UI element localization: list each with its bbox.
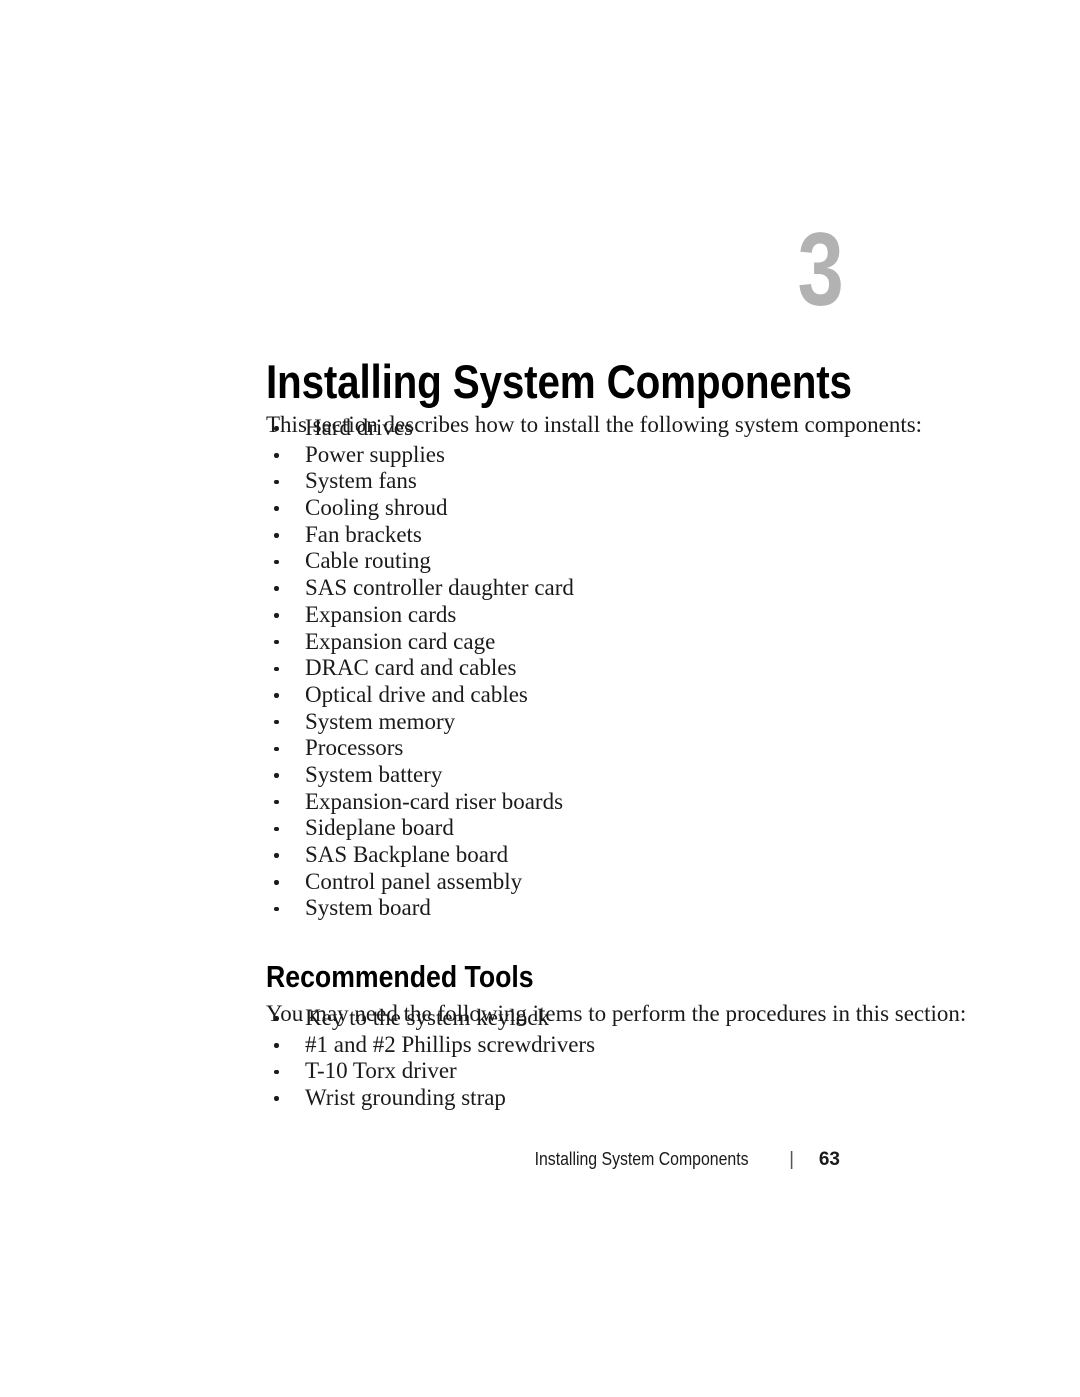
list-item-label: Power supplies bbox=[305, 441, 445, 467]
list-item: T-10 Torx driver bbox=[266, 1058, 595, 1085]
bullet-icon bbox=[274, 479, 279, 485]
list-item-label: Wrist grounding strap bbox=[305, 1085, 506, 1111]
list-item-label: SAS Backplane board bbox=[305, 842, 509, 867]
bullet-icon bbox=[274, 746, 279, 752]
bullet-icon bbox=[274, 880, 279, 885]
list-item: Expansion-card riser boards bbox=[266, 789, 574, 816]
bullet-icon bbox=[274, 693, 279, 698]
bullet-icon bbox=[274, 453, 279, 458]
list-item: DRAC card and cables bbox=[266, 655, 574, 682]
list-item-label: #1 and #2 Phillips screwdrivers bbox=[305, 1031, 596, 1057]
list-item-label: System fans bbox=[305, 468, 417, 494]
list-item: Processors bbox=[266, 735, 574, 762]
chapter-title: Installing System Components bbox=[266, 355, 852, 409]
recommended-tools-list: Key to the system keylock #1 and #2 Phill… bbox=[266, 1005, 595, 1112]
list-item: Optical drive and cables bbox=[266, 682, 574, 709]
bullet-icon bbox=[274, 906, 279, 912]
bullet-icon bbox=[274, 639, 279, 645]
list-item: Hard drives bbox=[266, 415, 574, 442]
bullet-icon bbox=[274, 1096, 279, 1101]
bullet-icon bbox=[274, 586, 279, 591]
list-item: Expansion cards bbox=[266, 602, 574, 629]
list-item: System memory bbox=[266, 709, 574, 736]
footer-separator: | bbox=[789, 1149, 794, 1170]
bullet-icon bbox=[274, 773, 279, 778]
list-item-label: T-10 Torx driver bbox=[305, 1058, 457, 1084]
bullet-icon bbox=[274, 853, 279, 858]
list-item: System battery bbox=[266, 762, 574, 789]
bullet-icon bbox=[274, 1069, 279, 1075]
bullet-icon bbox=[274, 533, 279, 538]
list-item: Wrist grounding strap bbox=[266, 1085, 595, 1112]
list-item: System board bbox=[266, 895, 574, 922]
list-item: #1 and #2 Phillips screwdrivers bbox=[266, 1032, 595, 1059]
list-item-label: Key to the system keylock bbox=[305, 1005, 550, 1030]
list-item-label: System memory bbox=[305, 708, 456, 734]
list-item-label: SAS controller daughter card bbox=[305, 575, 574, 601]
list-item: Key to the system keylock bbox=[266, 1005, 595, 1032]
list-item: Sideplane board bbox=[266, 815, 574, 842]
list-item-label: Optical drive and cables bbox=[305, 681, 528, 707]
list-item-label: System battery bbox=[305, 761, 443, 787]
list-item-label: Expansion card cage bbox=[305, 628, 496, 654]
page-footer: Installing System Components | 63 bbox=[0, 1148, 840, 1171]
bullet-icon bbox=[274, 719, 279, 725]
list-item-label: Hard drives bbox=[305, 415, 413, 440]
list-item: Fan brackets bbox=[266, 522, 574, 549]
bullet-icon bbox=[274, 799, 279, 805]
chapter-number: 3 bbox=[797, 212, 844, 328]
list-item: Control panel assembly bbox=[266, 869, 574, 896]
list-item: Cooling shroud bbox=[266, 495, 574, 522]
list-item-label: Fan brackets bbox=[305, 521, 422, 547]
list-item: SAS Backplane board bbox=[266, 842, 574, 869]
list-item-label: Processors bbox=[305, 735, 404, 761]
list-item-label: Cable routing bbox=[305, 548, 431, 574]
bullet-icon bbox=[274, 506, 279, 511]
list-item-label: Control panel assembly bbox=[305, 868, 523, 894]
system-components-list: Hard drives Power supplies System fans Cool… bbox=[266, 415, 574, 922]
list-item-label: Expansion cards bbox=[305, 601, 457, 627]
list-item: Power supplies bbox=[266, 442, 574, 469]
bullet-icon bbox=[274, 1043, 279, 1048]
page-number: 63 bbox=[818, 1149, 840, 1170]
list-item-label: DRAC card and cables bbox=[305, 655, 517, 681]
list-item-label: Sideplane board bbox=[305, 815, 454, 841]
footer-chapter-title: Installing System Components bbox=[534, 1149, 749, 1169]
bullet-icon bbox=[274, 559, 279, 565]
list-item-label: Cooling shroud bbox=[305, 495, 448, 521]
list-item: Cable routing bbox=[266, 548, 574, 575]
bullet-icon bbox=[274, 666, 279, 672]
list-item: SAS controller daughter card bbox=[266, 575, 574, 602]
bullet-icon bbox=[274, 426, 279, 431]
bullet-icon bbox=[274, 826, 279, 832]
bullet-icon bbox=[274, 613, 279, 618]
list-item: Expansion card cage bbox=[266, 629, 574, 656]
document-page: 3 Installing System Components This sect… bbox=[0, 0, 1080, 1397]
bullet-icon bbox=[274, 1016, 279, 1021]
list-item: System fans bbox=[266, 468, 574, 495]
list-item-label: System board bbox=[305, 895, 431, 921]
list-item-label: Expansion-card riser boards bbox=[305, 788, 564, 814]
recommended-tools-heading: Recommended Tools bbox=[266, 958, 534, 994]
